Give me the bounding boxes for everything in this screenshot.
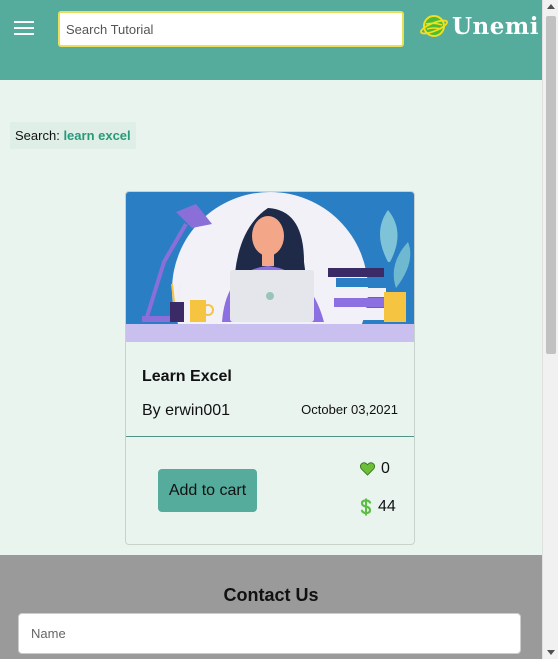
search-term: learn excel [63,128,131,143]
course-date: October 03,2021 [301,402,398,417]
logo-text: Unemi [452,12,539,40]
likes-count[interactable]: 0 [360,460,390,478]
contact-title: Contact Us [223,585,319,605]
scrollbar-thumb[interactable] [546,16,556,354]
scrollbar[interactable] [542,0,558,659]
course-card[interactable]: Learn Excel By erwin001 October 03,2021 … [125,191,415,545]
search-result-label: Search: learn excel [10,122,136,149]
name-field[interactable] [18,613,521,654]
course-title[interactable]: Learn Excel [142,368,232,386]
search-input[interactable] [58,11,404,47]
footer: Contact Us [0,555,542,659]
heart-icon[interactable] [360,462,375,476]
card-divider [126,436,414,437]
course-thumbnail-image [126,192,414,342]
scroll-up-icon[interactable] [547,4,555,9]
search-prefix: Search: [15,128,60,143]
top-header: Unemi [0,0,542,80]
hamburger-menu-icon[interactable] [14,18,34,40]
price-value: 44 [378,498,396,515]
planet-ring-icon [420,15,448,37]
course-author: By erwin001 [142,402,231,419]
scroll-down-icon[interactable] [547,650,555,655]
add-to-cart-button[interactable]: Add to cart [158,469,257,512]
logo[interactable]: Unemi [420,12,539,40]
likes-value: 0 [381,460,390,477]
dollar-icon [360,498,372,516]
price: 44 [360,498,396,516]
